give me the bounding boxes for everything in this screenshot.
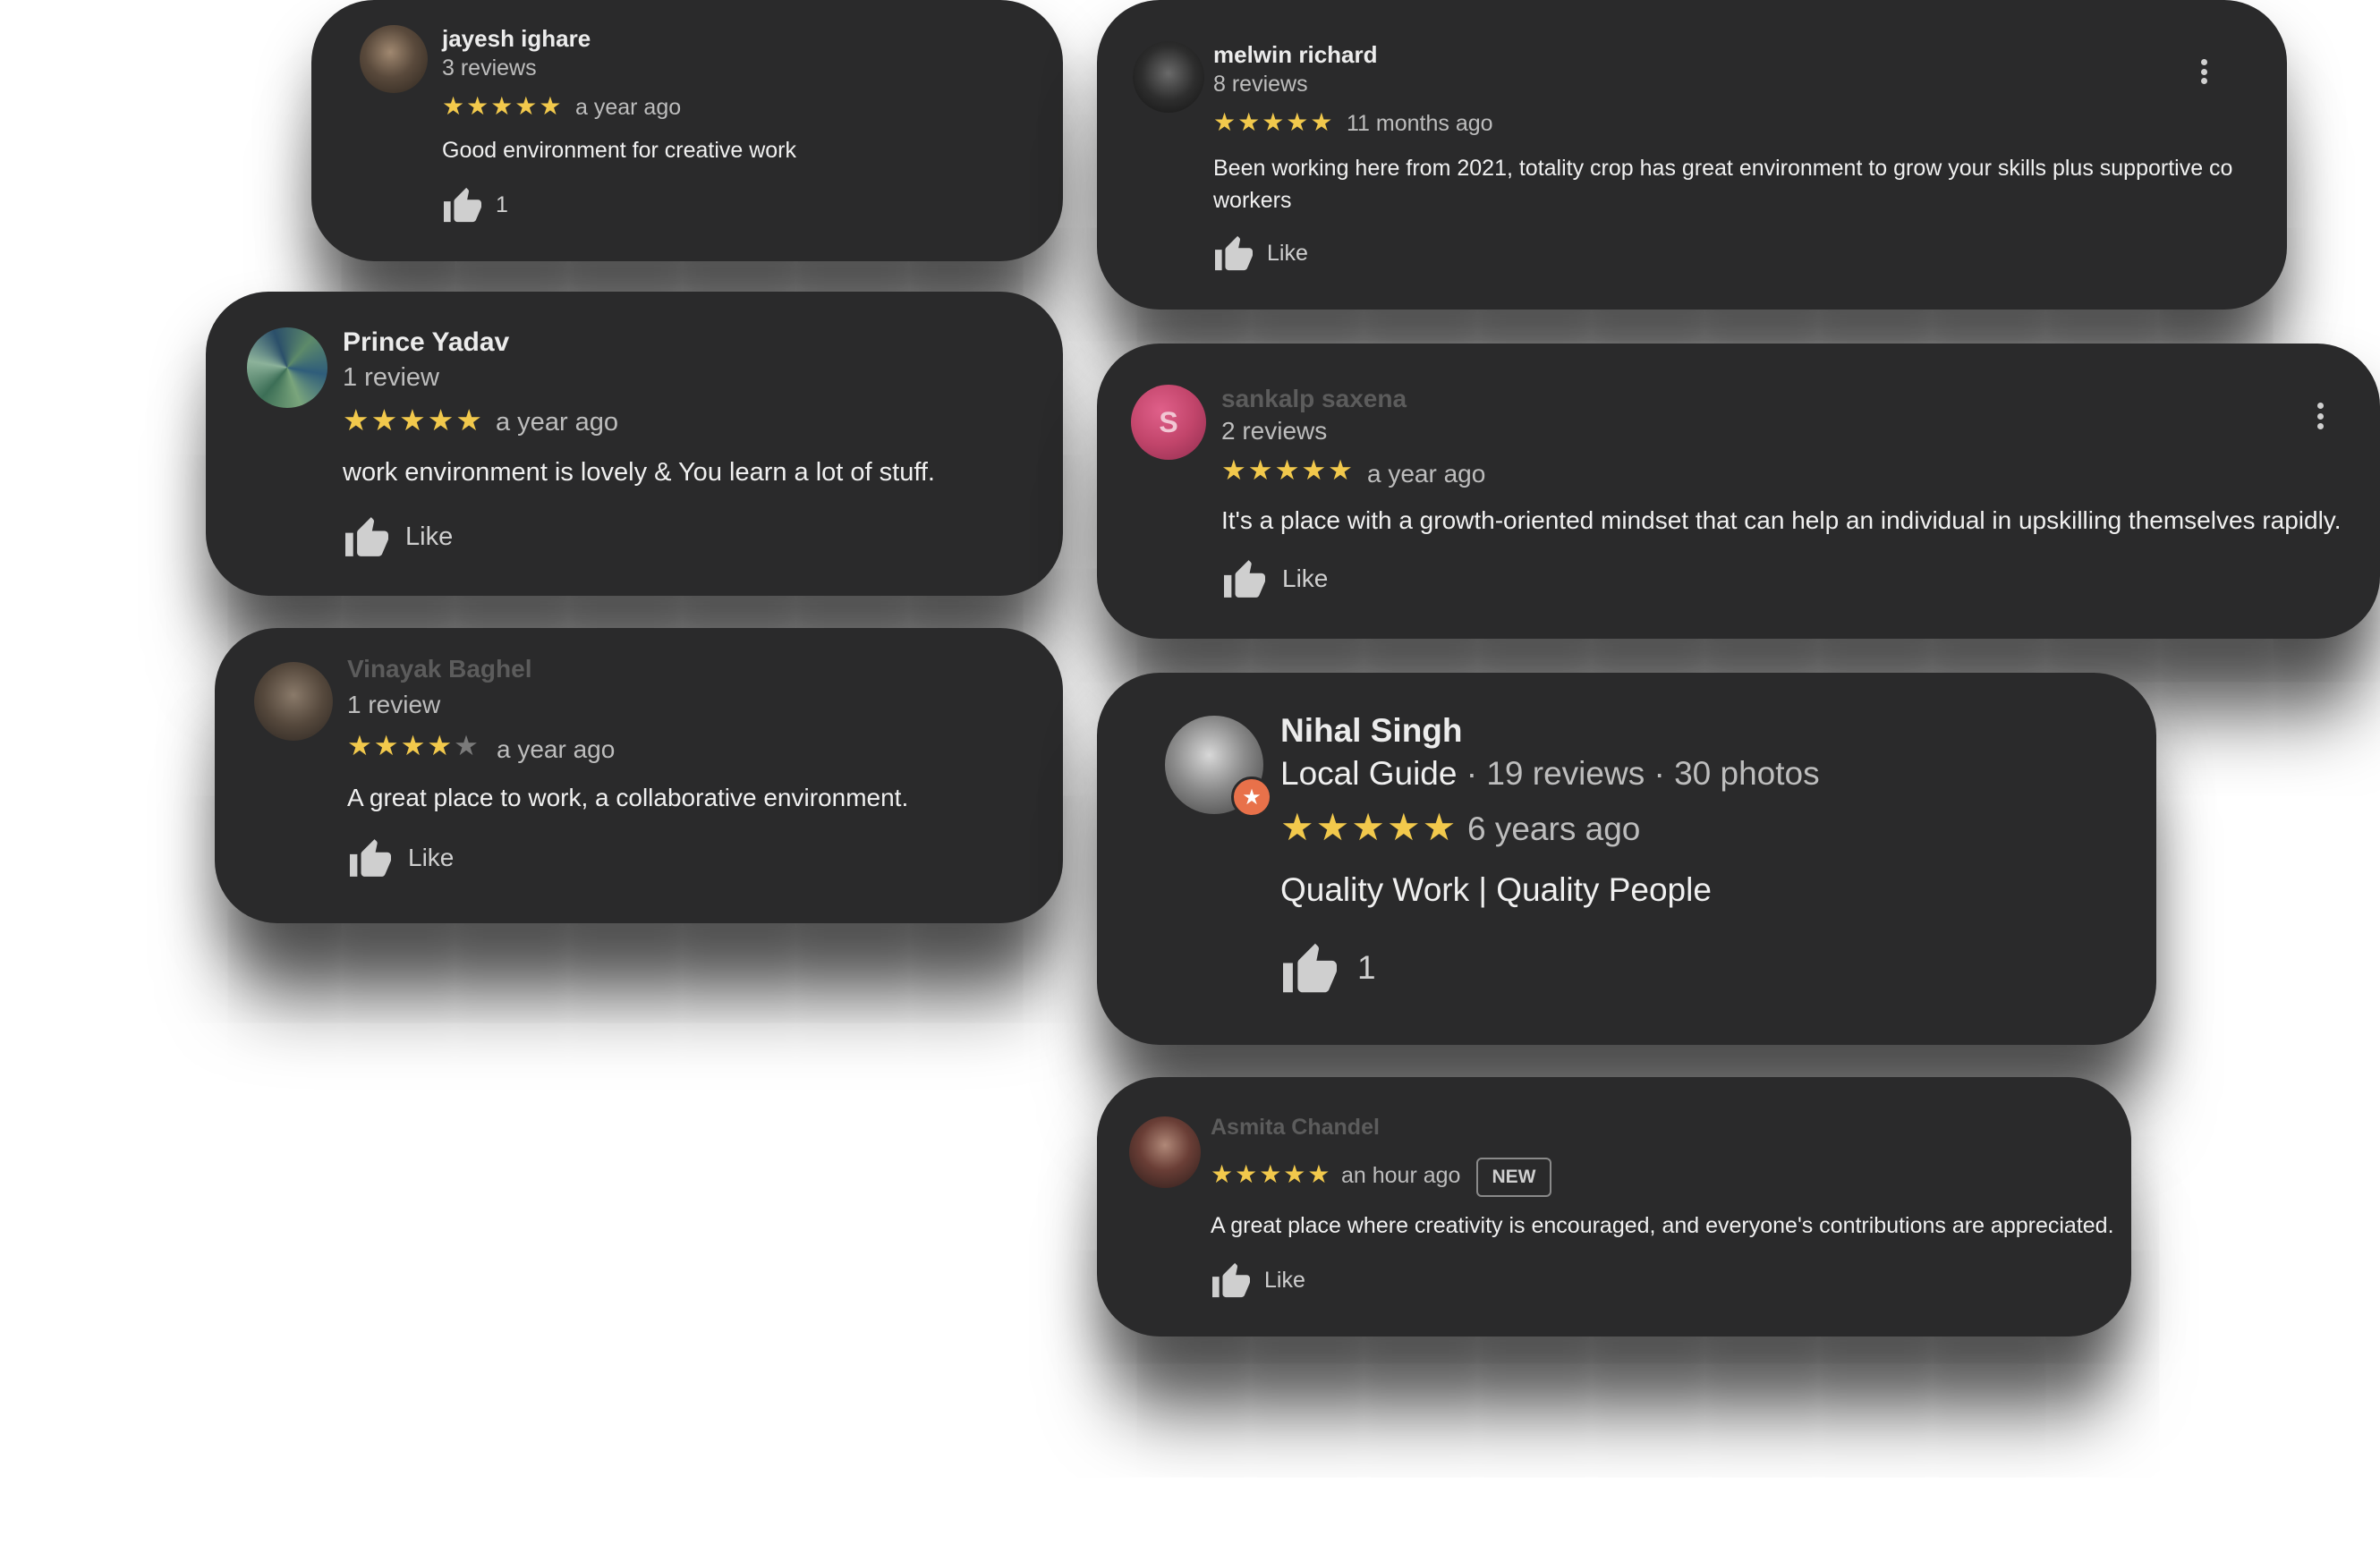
review-card-prince: Prince Yadav 1 review ★★★★★ a year ago w…	[206, 292, 1063, 596]
like-count: 1	[1357, 949, 1376, 986]
review-count: 3 reviews	[442, 55, 537, 81]
review-time: an hour ago	[1341, 1163, 1461, 1188]
avatar[interactable]	[1129, 1116, 1201, 1188]
new-badge: NEW	[1476, 1158, 1551, 1197]
like-button[interactable]: Like	[1221, 558, 1328, 599]
thumbs-up-icon	[1224, 560, 1265, 598]
like-label: Like	[1282, 564, 1329, 592]
star-rating: ★★★★★	[1213, 108, 1335, 136]
star-rating: ★★★★★	[1221, 454, 1355, 486]
reviewer-name[interactable]: Asmita Chandel	[1211, 1115, 1380, 1141]
avatar[interactable]	[360, 25, 428, 93]
reviewer-meta: Local Guide · 19 reviews · 30 photos	[1280, 755, 1820, 793]
like-label: Like	[1267, 240, 1308, 266]
review-time: a year ago	[497, 735, 616, 763]
like-label: Like	[408, 844, 455, 871]
review-text: A great place to work, a collaborative e…	[347, 784, 909, 811]
review-time: 6 years ago	[1467, 810, 1641, 847]
stars-empty: ★	[454, 730, 480, 761]
stars-filled: ★★★★	[347, 730, 455, 761]
reviewer-name[interactable]: Nihal Singh	[1280, 712, 1463, 750]
like-button[interactable]: Like	[1211, 1261, 1305, 1299]
review-text: work environment is lovely & You learn a…	[343, 458, 935, 487]
like-label: Like	[405, 522, 454, 551]
more-options-icon[interactable]	[2199, 59, 2208, 84]
review-card-jayesh: jayesh ighare 3 reviews ★★★★★ a year ago…	[311, 0, 1063, 261]
review-card-vinayak: Vinayak Baghel 1 review ★★★★★ a year ago…	[215, 628, 1063, 923]
review-count: 8 reviews	[1213, 72, 1308, 97]
like-button[interactable]: Like	[343, 515, 453, 558]
avatar[interactable]	[247, 327, 327, 408]
avatar[interactable]	[1133, 41, 1204, 113]
review-time: 11 months ago	[1347, 111, 1493, 136]
review-text: A great place where creativity is encour…	[1211, 1213, 2114, 1238]
avatar[interactable]: S	[1131, 385, 1206, 460]
star-rating: ★★★★★	[1211, 1160, 1332, 1188]
review-count: · 19 reviews · 30 photos	[1457, 755, 1820, 792]
review-text: Good environment for creative work	[442, 138, 797, 163]
review-text: Quality Work | Quality People	[1280, 871, 1712, 908]
more-options-icon[interactable]	[2316, 403, 2325, 429]
like-button[interactable]: 1	[1280, 941, 1376, 995]
review-text: Been working here from 2021, totality cr…	[1213, 156, 2233, 213]
review-time: a year ago	[496, 408, 619, 437]
review-text: It's a place with a growth-oriented mind…	[1221, 506, 2342, 534]
avatar[interactable]	[254, 662, 333, 741]
review-card-asmita: Asmita Chandel ★★★★★ an hour ago NEW A g…	[1097, 1077, 2131, 1337]
star-rating: ★★★★★	[1280, 806, 1458, 848]
like-button[interactable]: Like	[347, 837, 454, 878]
reviewer-name[interactable]: sankalp saxena	[1221, 385, 1407, 413]
star-rating: ★★★★★	[442, 92, 564, 120]
local-guide-label: Local Guide	[1280, 755, 1458, 792]
review-count: 1 review	[347, 691, 441, 718]
thumbs-up-icon	[345, 517, 388, 556]
reviewer-name[interactable]: jayesh ighare	[442, 25, 591, 53]
review-count: 1 review	[343, 363, 439, 392]
like-button[interactable]: 1	[442, 186, 508, 224]
avatar-letter: S	[1159, 405, 1178, 438]
thumbs-up-icon	[350, 839, 391, 877]
reviewer-name[interactable]: melwin richard	[1213, 41, 1378, 69]
thumbs-up-icon	[1283, 943, 1337, 993]
thumbs-up-icon	[444, 187, 481, 223]
review-card-sankalp: S sankalp saxena 2 reviews ★★★★★ a year …	[1097, 344, 2380, 639]
local-guide-badge-icon: ★	[1231, 776, 1272, 818]
thumbs-up-icon	[1212, 1262, 1250, 1298]
reviewer-name[interactable]: Vinayak Baghel	[347, 655, 531, 683]
like-button[interactable]: Like	[1213, 234, 1308, 272]
star-rating: ★★★★★	[343, 403, 484, 437]
thumbs-up-icon	[1215, 235, 1253, 271]
review-count: 2 reviews	[1221, 417, 1328, 445]
like-label: Like	[1264, 1267, 1305, 1293]
review-card-nihal: ★ Nihal Singh Local Guide · 19 reviews ·…	[1097, 673, 2156, 1045]
review-time: a year ago	[1367, 460, 1486, 488]
review-time: a year ago	[575, 95, 682, 120]
like-count: 1	[496, 191, 508, 217]
star-rating: ★★★★★	[347, 730, 480, 762]
reviewer-name[interactable]: Prince Yadav	[343, 327, 509, 358]
review-card-melwin: melwin richard 8 reviews ★★★★★ 11 months…	[1097, 0, 2287, 310]
